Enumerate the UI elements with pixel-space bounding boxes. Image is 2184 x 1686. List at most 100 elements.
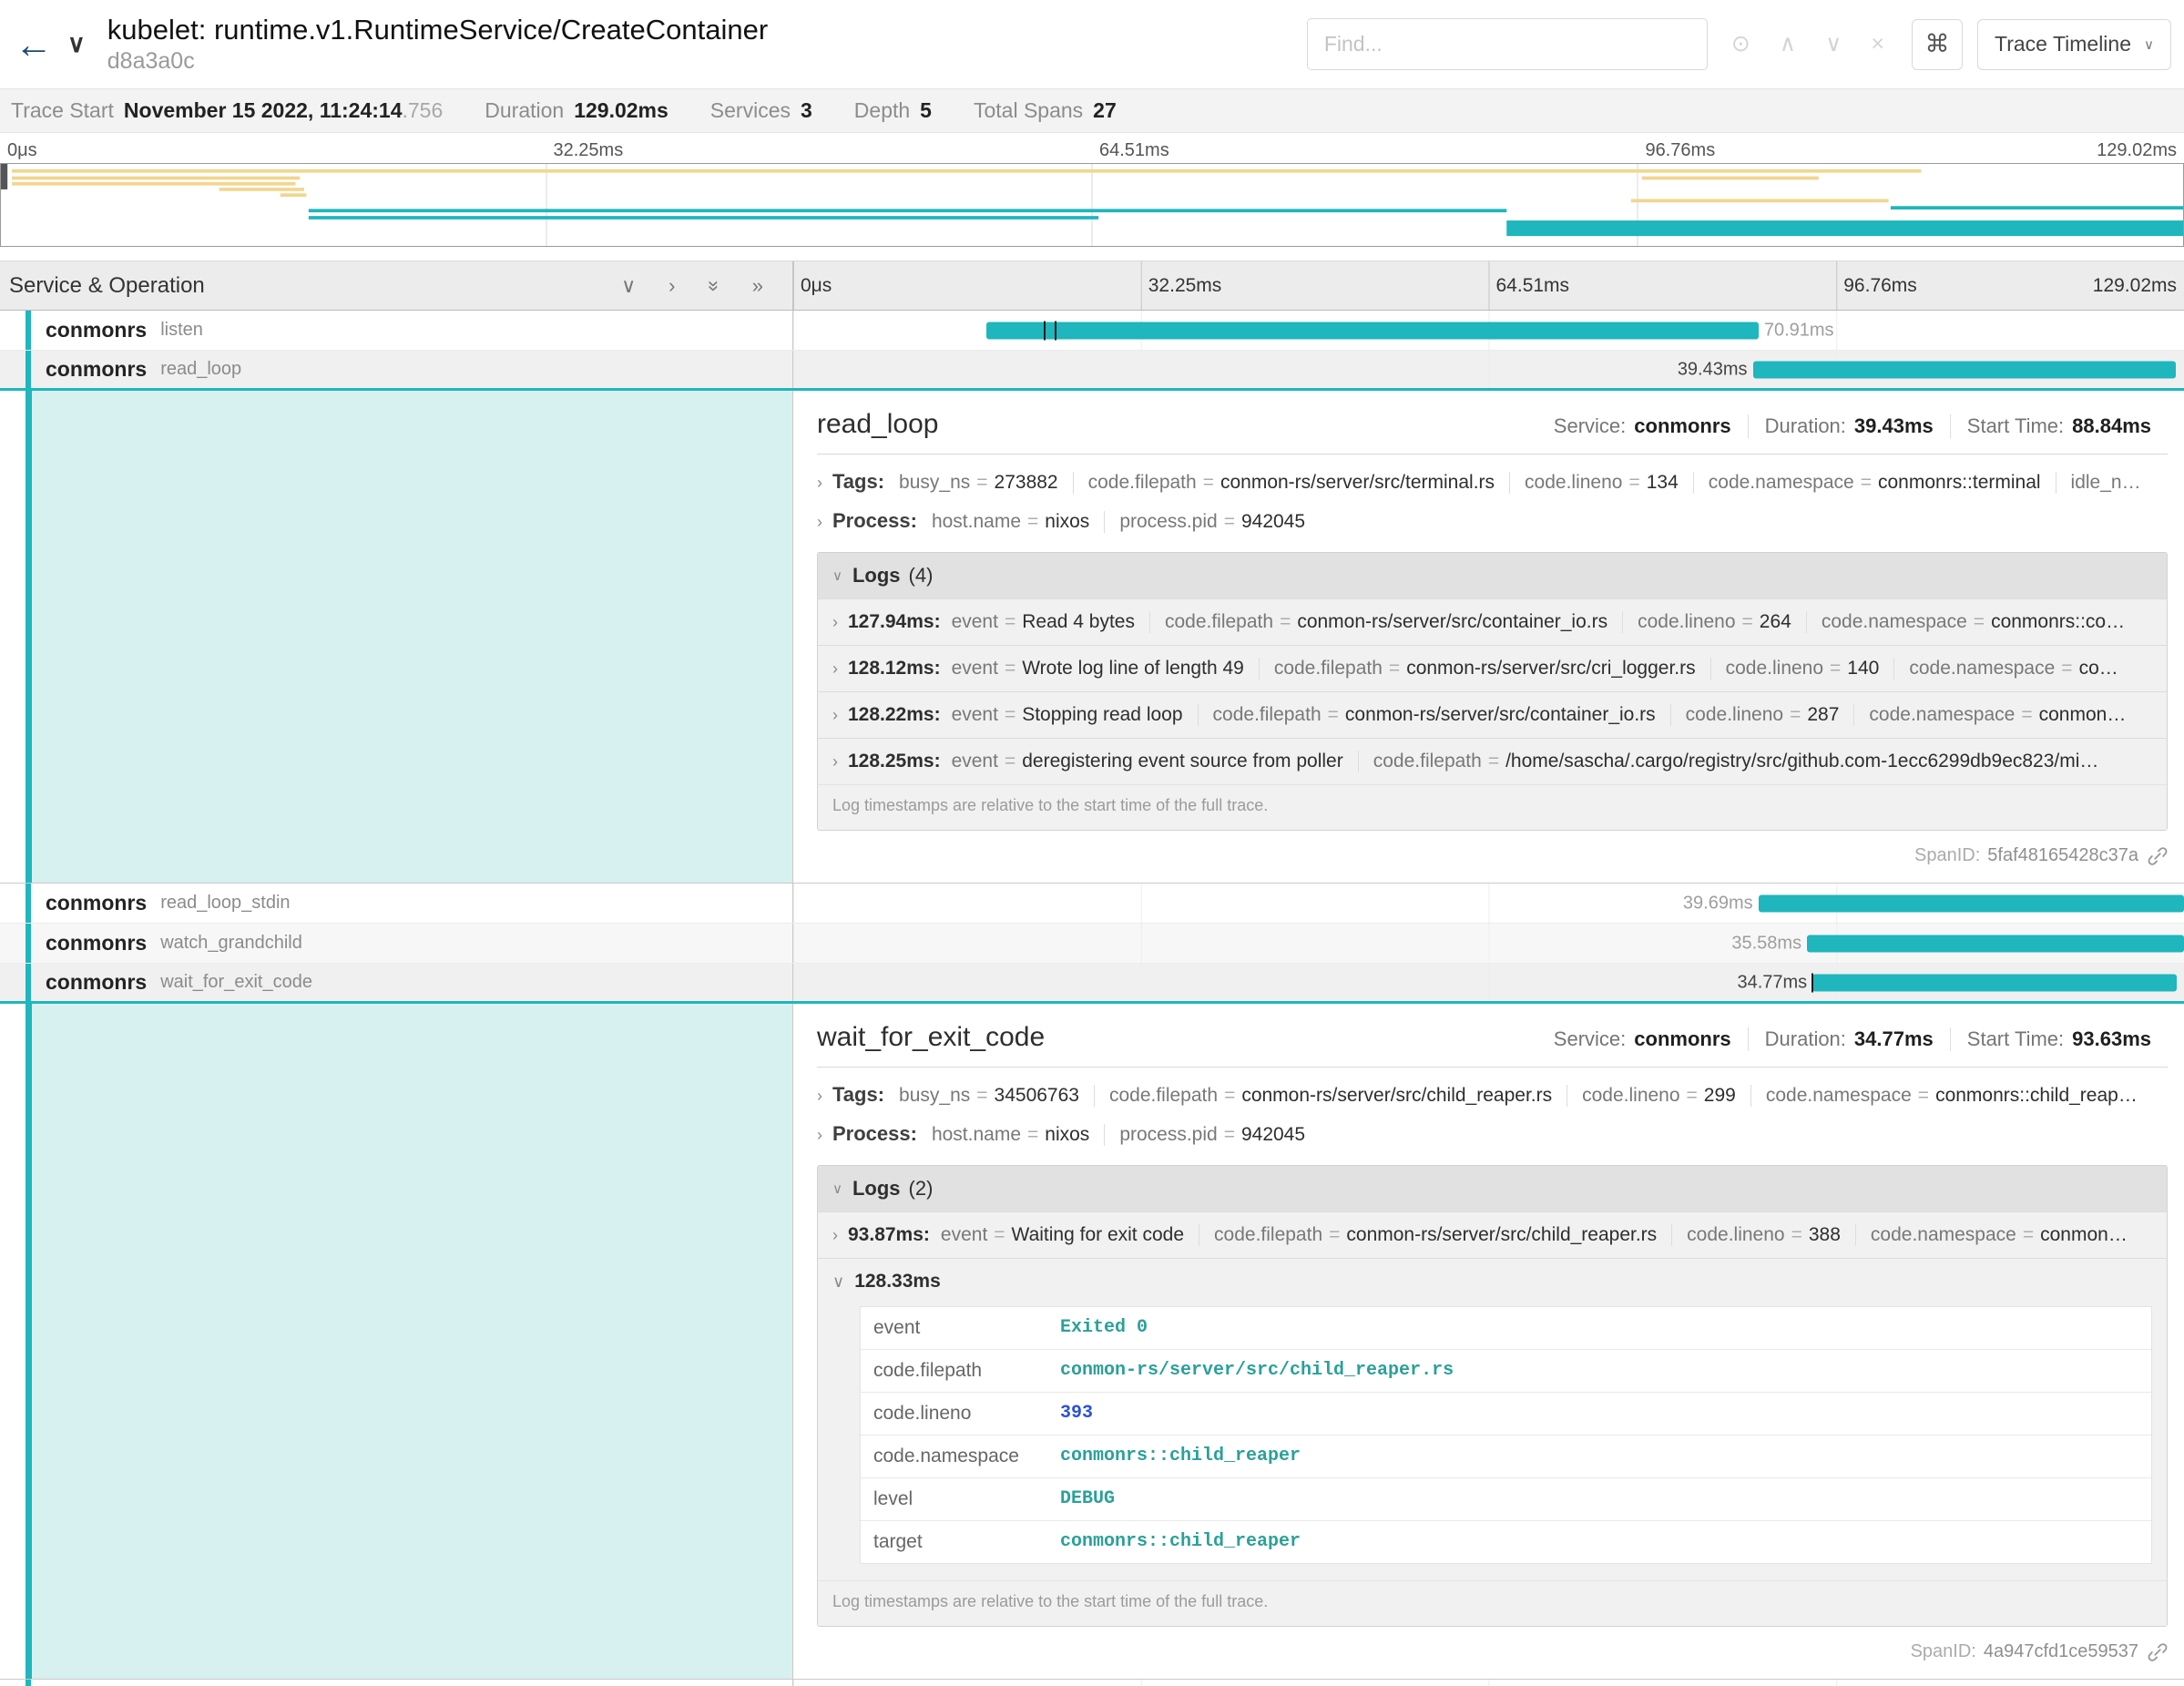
logs-label: Logs xyxy=(852,564,901,588)
log-field: event=deregistering event source from po… xyxy=(952,751,1358,772)
log-field: code.lineno=264 xyxy=(1622,611,1806,633)
log-entry[interactable]: › 128.25ms: event=deregistering event so… xyxy=(818,738,2167,784)
collapse-all-icon[interactable]: » xyxy=(704,280,724,291)
log-field: code.filepath=conmon-rs/server/src/child… xyxy=(1199,1224,1671,1246)
log-timestamp: 128.33ms xyxy=(854,1271,941,1293)
span-duration-label: 34.77ms xyxy=(1737,972,1807,993)
log-field-row: target conmonrs::child_reaper xyxy=(861,1520,2151,1563)
span-duration-label: 39.69ms xyxy=(1683,893,1753,914)
span-name-cell: conmonrs listen xyxy=(0,311,793,350)
log-entry[interactable]: › 93.87ms: event=Waiting for exit code c… xyxy=(818,1211,2167,1258)
chevron-down-icon: ∨ xyxy=(2144,36,2154,53)
log-timestamp: 127.94ms: xyxy=(848,611,941,633)
chevron-right-icon: › xyxy=(817,475,822,491)
find-next-icon[interactable]: ∨ xyxy=(1825,33,1842,56)
log-timestamp: 93.87ms: xyxy=(848,1224,930,1246)
find-clear-icon[interactable]: × xyxy=(1871,33,1884,56)
log-entry[interactable]: › 128.12ms: event=Wrote log line of leng… xyxy=(818,645,2167,691)
process-row[interactable]: › Process: host.name=nixos process.pid=9… xyxy=(817,509,2168,533)
top-bar: ← ∨ kubelet: runtime.v1.RuntimeService/C… xyxy=(0,0,2184,88)
logs-section: ∨ Logs (2) › 93.87ms: event=Waiting for … xyxy=(817,1165,2168,1627)
detail-indent-area xyxy=(0,391,793,883)
logs-header[interactable]: ∨ Logs (4) xyxy=(818,553,2167,598)
log-field: code.namespace=co… xyxy=(1893,658,2132,680)
back-arrow-icon: ← xyxy=(15,23,53,66)
tags-row[interactable]: › Tags: busy_ns=34506763 code.filepath=c… xyxy=(817,1083,2168,1107)
service-name: conmonrs xyxy=(46,970,147,995)
span-bar[interactable] xyxy=(1753,361,2176,378)
span-duration-label: 39.43ms xyxy=(1678,359,1748,380)
tags-label: Tags: xyxy=(832,1083,884,1107)
log-field: code.namespace=conmonrs::co… xyxy=(1806,611,2139,633)
chevron-down-icon: ∨ xyxy=(832,569,842,583)
service-name: conmonrs xyxy=(46,357,147,382)
detail-header: wait_for_exit_code Service:conmonrs Dura… xyxy=(817,1022,2168,1053)
ruler-tick: 0μs xyxy=(801,275,832,297)
span-bar-cell: 35.58ms xyxy=(793,924,2184,963)
expand-one-icon[interactable]: › xyxy=(668,276,675,296)
minimap-tick: 129.02ms xyxy=(2097,140,2177,161)
process-row[interactable]: › Process: host.name=nixos process.pid=9… xyxy=(817,1122,2168,1146)
chevron-down-icon: ∨ xyxy=(67,30,86,57)
detail-span-name: wait_for_exit_code xyxy=(817,1022,1045,1053)
span-bar-cell: 39.43ms xyxy=(793,351,2184,388)
span-row-wait-for-exit-code[interactable]: conmonrs wait_for_exit_code 34.77ms xyxy=(0,964,2184,1004)
span-row-watch-grandchild[interactable]: conmonrs watch_grandchild 35.58ms xyxy=(0,924,2184,964)
tags-label: Tags: xyxy=(832,470,884,494)
collapse-one-icon[interactable]: ∨ xyxy=(621,276,636,296)
detail-span-name: read_loop xyxy=(817,409,938,440)
span-name-cell: conmonrs write_exit_path xyxy=(0,1680,793,1686)
timeline-column-header: Service & Operation ∨ › » » 0μs 32.25ms … xyxy=(0,261,2184,311)
tag: busy_ns=34506763 xyxy=(899,1085,1094,1107)
span-row-write-exit-path[interactable]: conmonrs write_exit_path 303μs xyxy=(0,1680,2184,1686)
process-tag: host.name=nixos xyxy=(932,1124,1104,1146)
span-detail-panel-wait-for-exit-code: wait_for_exit_code Service:conmonrs Dura… xyxy=(0,1004,2184,1680)
minimap-spans-graph xyxy=(1,164,2183,246)
detail-content: read_loop Service:conmonrs Duration:39.4… xyxy=(793,391,2184,883)
expand-all-icon[interactable]: » xyxy=(752,276,763,296)
service-operation-header: Service & Operation ∨ › » » xyxy=(0,261,793,310)
span-row-read-loop[interactable]: conmonrs read_loop 39.43ms xyxy=(0,351,2184,391)
operation-name: listen xyxy=(160,320,203,341)
top-controls: ⊙ ∧ ∨ × ⌘ Trace Timeline ∨ xyxy=(1307,18,2171,70)
trace-header-collapse-button[interactable]: ∨ xyxy=(62,31,91,57)
log-entry[interactable]: › 128.22ms: event=Stopping read loop cod… xyxy=(818,691,2167,738)
detail-start-time: Start Time:93.63ms xyxy=(1950,1027,2168,1051)
log-entry-expanded[interactable]: ∨ 128.33ms xyxy=(818,1258,2167,1304)
log-field: event=Waiting for exit code xyxy=(941,1224,1199,1246)
logs-header[interactable]: ∨ Logs (2) xyxy=(818,1166,2167,1211)
span-bar[interactable] xyxy=(986,322,1758,339)
copy-link-icon[interactable] xyxy=(2148,1642,2168,1662)
logs-list: › 93.87ms: event=Waiting for exit code c… xyxy=(818,1211,2167,1626)
locate-icon[interactable]: ⊙ xyxy=(1731,33,1750,56)
span-color-stripe xyxy=(26,1680,31,1686)
span-bar[interactable] xyxy=(1812,974,2177,991)
logs-list: › 127.94ms: event=Read 4 bytes code.file… xyxy=(818,598,2167,830)
find-input[interactable] xyxy=(1322,31,1692,57)
span-detail-panel-read-loop: read_loop Service:conmonrs Duration:39.4… xyxy=(0,391,2184,884)
span-row-read-loop-stdin[interactable]: conmonrs read_loop_stdin 39.69ms xyxy=(0,884,2184,924)
trace-total-spans: Total Spans 27 xyxy=(974,98,1117,123)
back-button[interactable]: ← xyxy=(5,25,62,65)
log-field: code.namespace=conmon… xyxy=(1853,704,2140,726)
copy-link-icon[interactable] xyxy=(2148,846,2168,866)
span-row-listen[interactable]: conmonrs listen 70.91ms xyxy=(0,311,2184,351)
operation-name: read_loop_stdin xyxy=(160,893,290,914)
log-field: code.filepath=conmon-rs/server/src/cri_l… xyxy=(1259,658,1710,680)
find-prev-icon[interactable]: ∧ xyxy=(1780,33,1796,56)
span-bar[interactable] xyxy=(1807,935,2184,952)
log-entry[interactable]: › 127.94ms: event=Read 4 bytes code.file… xyxy=(818,598,2167,645)
trace-timeline-dropdown[interactable]: Trace Timeline ∨ xyxy=(1977,19,2171,70)
span-bar[interactable] xyxy=(1759,894,2184,912)
span-bar-cell: 70.91ms xyxy=(793,311,2184,350)
detail-duration: Duration:39.43ms xyxy=(1748,414,1950,438)
find-box xyxy=(1307,18,1708,70)
log-field: code.filepath=conmon-rs/server/src/conta… xyxy=(1198,704,1670,726)
chevron-right-icon: › xyxy=(832,1227,838,1243)
keyboard-shortcuts-button[interactable]: ⌘ xyxy=(1912,19,1963,70)
minimap-canvas[interactable] xyxy=(0,163,2184,247)
tag: idle_n… xyxy=(2056,472,2156,494)
tag: code.lineno=299 xyxy=(1567,1085,1750,1107)
tags-row[interactable]: › Tags: busy_ns=273882 code.filepath=con… xyxy=(817,470,2168,494)
process-tag: process.pid=942045 xyxy=(1104,1124,1320,1146)
